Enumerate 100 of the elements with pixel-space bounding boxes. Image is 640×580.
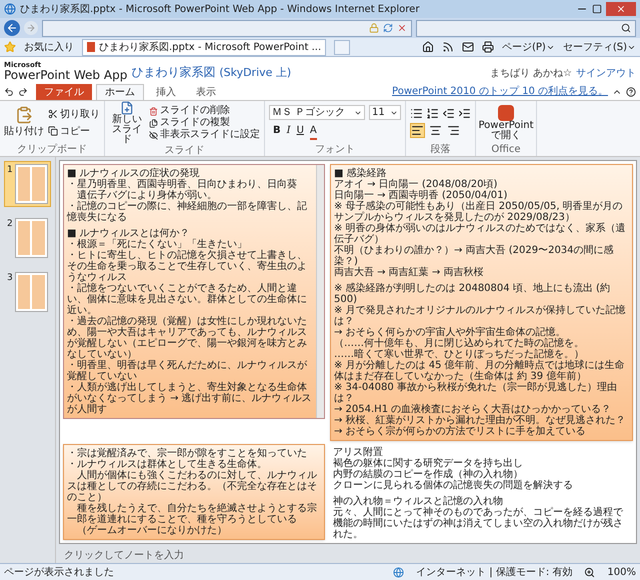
slide-text-line: ■ 感染経路 — [334, 168, 388, 179]
group-label: Office — [490, 144, 522, 156]
menu-button[interactable]: ページ(P) — [502, 40, 555, 54]
font-size-dropdown[interactable]: 11 — [369, 105, 401, 120]
align-button[interactable] — [410, 123, 425, 138]
align-button[interactable] — [446, 123, 461, 138]
slide-text-line: 日向陽一 → 西園寺明香 (2050/04/01) — [334, 190, 508, 201]
slide-text-line: → 2054.H1 の血液検査におそらく大吾はひっかかっている？ — [334, 404, 612, 415]
printer-icon[interactable] — [482, 41, 494, 53]
browser-icon — [4, 3, 16, 15]
address-field[interactable] — [42, 20, 412, 36]
slide-text-line: ※ 感染経路が判明したのは 20480804 頃、地上にも流出 (約 500) — [334, 283, 610, 305]
home-icon[interactable] — [422, 41, 434, 53]
slide-text-line: アオイ → 日向陽一 (2048/08/20頃) — [334, 179, 498, 190]
slide-text-line: ※ 明香の身体が弱いのはルナウィルスのためではなく、家系（遺伝子バグ） — [334, 223, 627, 245]
copy-button[interactable]: コピー — [48, 124, 100, 138]
slide-text-line: ・記憶をつないでいくことができるため、人間と違い、個体に意味を見出さない。群体としての生命体に近い。 — [67, 283, 308, 316]
align-button[interactable] — [428, 123, 443, 138]
notes-field[interactable]: クリックしてノートを入力 — [56, 547, 640, 563]
feed-icon[interactable] — [442, 41, 454, 53]
slide-text-line: ・過去の記憶の発現（覚醒）は女性にしか現れないため、陽一や大吾はキャリアであっても、ルナウィルスが覚醒しない（エピローグで、陽一や銀河を味方とみなしていない） — [67, 316, 308, 360]
slide-text-line: 褐色の躯体に関する研究データを持ち出し — [333, 458, 524, 469]
search-icon[interactable] — [621, 23, 631, 33]
search-field[interactable] — [416, 20, 636, 36]
slide-text-line: ・明香里、明香は早く死んだために、ルナウィルスが覚醒していない — [67, 360, 308, 382]
new-slide-icon — [120, 101, 134, 115]
open-in-powerpoint-button[interactable]: PowerPoint で開く — [480, 101, 532, 144]
product-name: PowerPoint Web App — [4, 69, 128, 81]
lock-icon — [369, 23, 379, 33]
menu-button[interactable]: セーフティ(S) — [562, 40, 636, 54]
slide-text-line: ・根源＝「死にたくない」「生きたい」 — [67, 239, 248, 250]
status-message: ページが表示されました — [4, 566, 115, 580]
hidden-icon — [149, 130, 158, 140]
slide-text-line: ※ 34-04080 事故から秋桜が免れた（宗一郎が見逃した）理由は？ — [334, 382, 618, 404]
slide-text-line: ……暗くて寒い世界で、ひとりぼっちだった記憶を。） — [334, 349, 585, 360]
slide-text-line: 種を残したうえで、自分たちを絶滅させようとする宗一郎を道連れにすることで、種を守ろうとしている — [67, 503, 318, 525]
stop-icon[interactable] — [397, 23, 407, 33]
back-icon[interactable] — [4, 20, 20, 36]
signout-link[interactable]: サインアウト — [576, 66, 636, 81]
hide-slide-button[interactable]: 非表示スライドに設定 — [149, 129, 260, 141]
slide-thumbnail[interactable]: 1 — [4, 161, 51, 207]
zoom-level[interactable]: 100% — [607, 564, 636, 580]
slide-text-line: （……何十億年も、月に閉じ込められてた時の記憶を。 — [334, 338, 585, 349]
ribbon-tab[interactable]: 挿入 — [148, 84, 184, 100]
mail-icon[interactable] — [462, 41, 474, 53]
new-slide-button[interactable]: 新しいスライド — [109, 101, 145, 145]
page-icon — [87, 42, 95, 52]
duplicate-slide-button[interactable]: スライドの複製 — [149, 117, 260, 129]
duplicate-icon — [149, 118, 158, 128]
security-zone: インターネット | 保護モード: 有効 — [416, 566, 572, 580]
slide-text-line: 神の入れ物＝ウィルスと記憶の入れ物 — [333, 496, 504, 507]
window-title: ひまわり家系図.pptx - Microsoft PowerPoint Web App - Windows Internet Explorer — [20, 2, 420, 16]
undo-icon[interactable] — [4, 86, 14, 96]
promo-link[interactable]: PowerPoint 2010 のトップ 10 の利点を見る。 — [392, 84, 608, 99]
font-name-dropdown[interactable]: ＭＳ Ｐゴシック — [269, 105, 365, 120]
slide-text-line: （ゲームオーバーになりかけた） — [76, 525, 228, 536]
browser-tab[interactable]: ひまわり家系図.pptx - Microsoft PowerPoint ... — [82, 38, 326, 56]
slide-text-line: 不明（ひまわりの誰か？）→ 両吉大吾 (2029〜2034の間に感染？) — [334, 245, 615, 267]
paste-button[interactable]: 貼り付け — [4, 106, 44, 139]
ribbon-tab[interactable]: ファイル — [36, 84, 92, 100]
close-icon — [616, 4, 626, 14]
slide-text-line: アリス附置 — [333, 447, 384, 458]
format-button[interactable]: B — [273, 123, 281, 140]
slide-text-line: クローンに見られる個体の記憶喪失の問題を解決する — [333, 480, 574, 491]
group-label: クリップボード — [16, 144, 88, 156]
numbering-icon[interactable] — [426, 107, 439, 120]
slide-text-line: ■ ルナウィルスの症状の発現 — [67, 168, 201, 179]
format-button[interactable]: A — [310, 123, 317, 140]
group-label: スライド — [164, 145, 206, 157]
delete-slide-button[interactable]: スライドの削除 — [149, 105, 260, 117]
zoom-icon[interactable] — [584, 566, 596, 578]
slide-text-line: ・人類が逃げ出してしまうと、寄生対象となる生命体がいなくなってしまう → 逃げ出す前に、ルナウィルスが人間す — [67, 382, 313, 415]
slide-text-line: ・星乃明香里、西園寺明香、日向ひまわり、日向葵 — [67, 179, 298, 190]
slide-text-line: ※ 母子感染の可能性もあり（出産日 2050/05/05, 明香里が月のサンプルからウィルスを発見したのが 2029/08/23） — [334, 201, 623, 223]
slide-text-line: 遺伝子バグにより身体が弱い。 — [76, 190, 218, 201]
format-button[interactable]: I — [286, 123, 291, 140]
outdent-icon[interactable] — [442, 107, 455, 120]
star-icon[interactable] — [4, 41, 16, 53]
slide-text-line: 内野の結膜のコピーを作成（神の入れ物） — [333, 469, 524, 480]
slide-text-line: ・宗は覚醒済みで、宗一郎が隙をすことを知っていた — [67, 448, 308, 459]
refresh-icon[interactable] — [383, 23, 393, 33]
slide-text-line: 人間が個体にも強くこだわるのに対して、ルナウィルスは種としての存続にこだわる。（不完全な存在とはそのこと） — [67, 470, 318, 503]
help-icon[interactable] — [626, 86, 636, 96]
powerpoint-icon — [498, 104, 514, 120]
redo-icon[interactable] — [18, 86, 28, 96]
format-button[interactable]: U — [296, 123, 304, 140]
slide-text-line: ※ 月が分離したのは 45 億年前、月の分離時点では地球には生命体はまだ存在していなかった（生命体は 約 39 億年前） — [334, 360, 626, 382]
indent-icon[interactable] — [458, 107, 471, 120]
ribbon-tab[interactable]: ホーム — [96, 84, 144, 100]
maximize-icon[interactable] — [592, 4, 602, 14]
scissors-icon — [48, 109, 58, 119]
bullets-icon[interactable] — [410, 107, 423, 120]
slide-text-line: 元々、人間にとって神そのものであったが、コピーを経る過程で機能の時間にいたはずの神は消えてしまい空の入れ物だけが残された。 — [333, 507, 624, 540]
slide-text-line: → おそらく何らかの宇宙人や外宇宙生命体の記憶。 — [334, 327, 567, 338]
slide-text-line: 両吉大吾 → 両吉紅葉 → 両吉秋桜 — [334, 267, 484, 278]
clipboard-icon — [15, 106, 33, 124]
cut-button[interactable]: 切り取り — [48, 106, 100, 122]
favorites-button[interactable]: お気に入り — [24, 40, 74, 54]
ribbon-tab[interactable]: 表示 — [188, 84, 224, 100]
document-title[interactable]: ひまわり家系図 — [131, 63, 216, 81]
